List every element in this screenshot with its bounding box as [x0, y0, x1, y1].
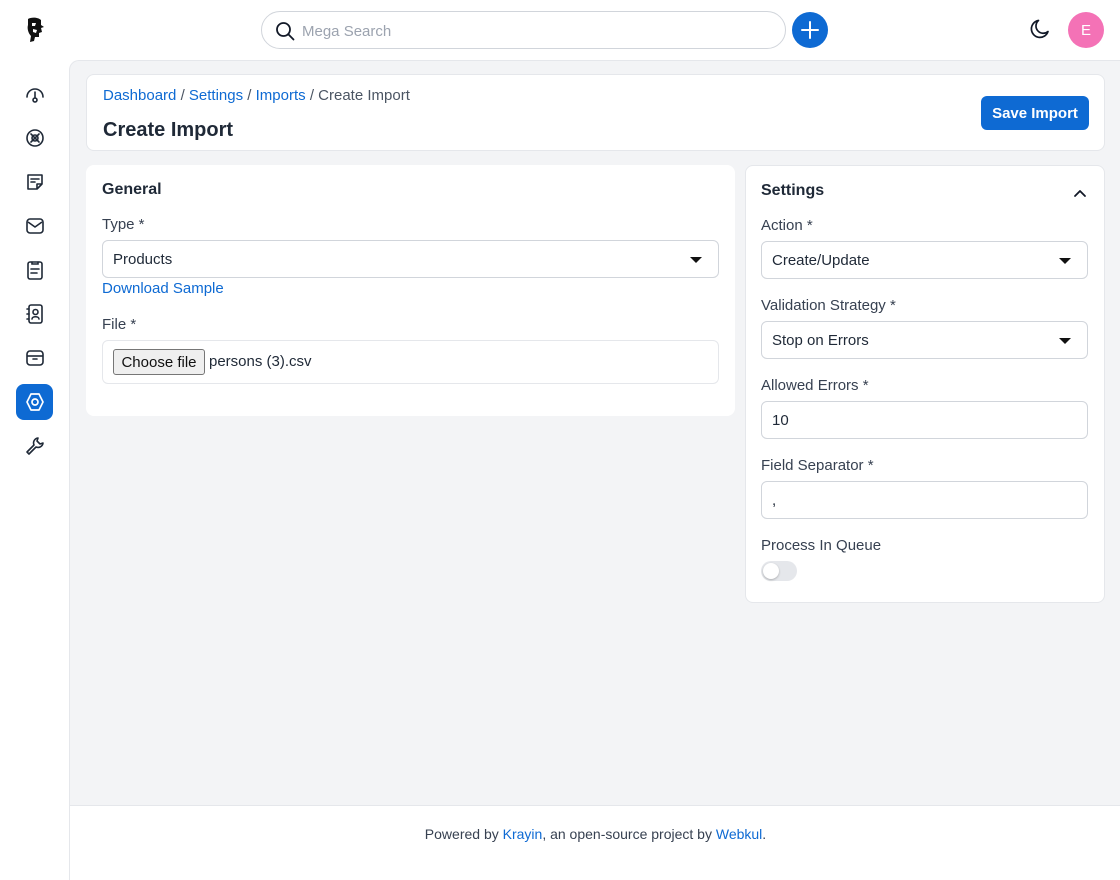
top-bar: E — [0, 0, 1120, 60]
main-content: Dashboard / Settings / Imports / Create … — [69, 60, 1120, 805]
sidebar-item-mail[interactable] — [16, 208, 53, 244]
breadcrumb-separator: / — [247, 87, 252, 104]
mail-icon — [25, 218, 44, 234]
quick-create-button[interactable] — [792, 12, 828, 48]
file-input[interactable]: Choose file persons (3).csv — [102, 340, 719, 384]
breadcrumb-current: Create Import — [318, 87, 410, 104]
choose-file-button[interactable]: Choose file — [113, 349, 205, 375]
sidebar-item-quotes[interactable] — [16, 164, 53, 200]
file-label: File * — [102, 316, 137, 333]
settings-section-title: Settings — [761, 182, 825, 199]
footer-text: Powered by Krayin, an open-source projec… — [70, 826, 1120, 842]
sidebar-item-contacts[interactable] — [16, 296, 53, 332]
general-section-title: General — [102, 181, 162, 198]
download-sample-link[interactable]: Download Sample — [102, 280, 224, 297]
contacts-icon — [25, 304, 43, 324]
sidebar-item-settings[interactable] — [16, 384, 53, 420]
allowed-errors-value: 10 — [772, 412, 789, 429]
sidebar — [0, 60, 69, 880]
breadcrumb-separator: / — [309, 87, 314, 104]
sidebar-item-leads[interactable] — [16, 120, 53, 156]
dropdown-caret-icon — [690, 257, 702, 263]
sidebar-item-configuration[interactable] — [16, 428, 53, 464]
collapse-chevron-up-icon[interactable] — [1072, 185, 1088, 201]
action-select-value: Create/Update — [772, 252, 870, 269]
field-separator-label: Field Separator * — [761, 457, 874, 474]
page-header-card: Dashboard / Settings / Imports / Create … — [86, 74, 1105, 151]
wrench-icon — [25, 437, 44, 455]
general-card: General Type * Products Download Sample … — [86, 165, 735, 416]
selected-file-name: persons (3).csv — [209, 353, 312, 370]
dropdown-caret-icon — [1059, 338, 1071, 344]
page-title: Create Import — [103, 119, 234, 141]
breadcrumb-settings-link[interactable]: Settings — [189, 87, 243, 104]
dropdown-caret-icon — [1059, 258, 1071, 264]
action-select[interactable]: Create/Update — [761, 241, 1088, 279]
action-label: Action * — [761, 217, 813, 234]
settings-icon — [25, 393, 44, 411]
field-separator-value: , — [772, 492, 777, 509]
footer-prefix: Powered by — [424, 826, 503, 842]
search-input[interactable] — [302, 20, 772, 42]
breadcrumb-imports-link[interactable]: Imports — [256, 87, 306, 104]
allowed-errors-input[interactable]: 10 — [761, 401, 1088, 439]
webkul-link[interactable]: Webkul — [716, 826, 762, 842]
plus-icon — [801, 21, 819, 39]
user-avatar[interactable]: E — [1068, 12, 1104, 48]
validation-strategy-select[interactable]: Stop on Errors — [761, 321, 1088, 359]
field-separator-input[interactable]: , — [761, 481, 1088, 519]
validation-strategy-value: Stop on Errors — [772, 332, 869, 349]
footer-suffix: . — [762, 826, 767, 842]
dashboard-icon — [25, 88, 44, 103]
products-icon — [25, 350, 44, 366]
validation-strategy-label: Validation Strategy * — [761, 297, 896, 314]
breadcrumb-dashboard-link[interactable]: Dashboard — [103, 87, 176, 104]
mega-search[interactable] — [261, 11, 786, 49]
search-icon — [276, 22, 295, 41]
dark-mode-moon-icon[interactable] — [1028, 17, 1052, 41]
settings-card: Settings Action * Create/Update Validati… — [745, 165, 1105, 603]
toggle-knob — [763, 563, 779, 579]
process-in-queue-toggle[interactable] — [761, 561, 797, 581]
krayin-logo-icon[interactable] — [22, 16, 48, 44]
footer: Powered by Krayin, an open-source projec… — [69, 805, 1120, 880]
sidebar-item-dashboard[interactable] — [16, 76, 53, 112]
type-label: Type * — [102, 216, 145, 233]
type-select[interactable]: Products — [102, 240, 719, 278]
allowed-errors-label: Allowed Errors * — [761, 377, 869, 394]
krayin-link[interactable]: Krayin — [503, 826, 543, 842]
save-import-button[interactable]: Save Import — [981, 96, 1089, 130]
quotes-icon — [26, 174, 43, 190]
sidebar-item-activities[interactable] — [16, 252, 53, 288]
footer-middle: , an open-source project by — [542, 826, 716, 842]
breadcrumb: Dashboard / Settings / Imports / Create … — [103, 87, 410, 104]
type-select-value: Products — [113, 251, 173, 268]
activities-icon — [26, 261, 43, 280]
breadcrumb-separator: / — [180, 87, 185, 104]
leads-icon — [25, 129, 44, 147]
process-in-queue-label: Process In Queue — [761, 537, 882, 554]
sidebar-item-products[interactable] — [16, 340, 53, 376]
